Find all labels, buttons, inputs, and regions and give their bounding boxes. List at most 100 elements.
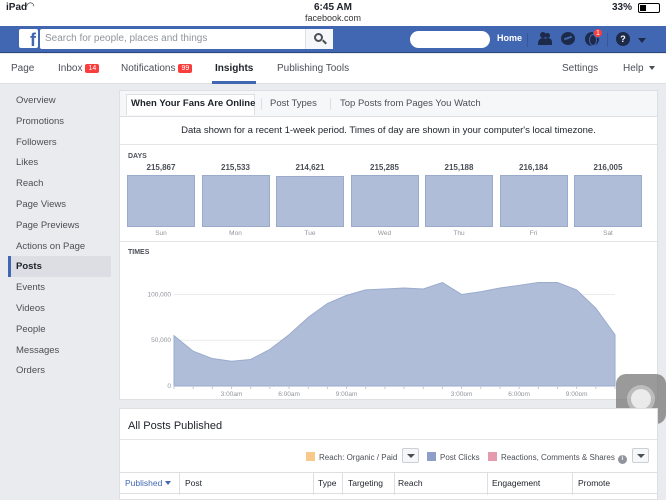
column-targeting[interactable]: Targeting <box>348 478 383 488</box>
sidebar-item-reach[interactable]: Reach <box>8 173 111 194</box>
search-button[interactable] <box>305 29 333 49</box>
legend-post-clicks-label: Post Clicks <box>440 453 480 462</box>
all-posts-panel: All Posts Published Reach: Organic / Pai… <box>119 408 658 500</box>
day-value-label: 215,533 <box>221 163 250 172</box>
legend-swatch <box>306 452 315 461</box>
day-bar <box>201 174 270 227</box>
column-reach[interactable]: Reach <box>398 478 423 488</box>
column-divider <box>179 473 180 495</box>
clock: 6:45 AM <box>314 2 352 13</box>
sidebar-item-actions-on-page[interactable]: Actions on Page <box>8 236 111 257</box>
tab-notifications[interactable]: Notifications 99 <box>121 63 193 74</box>
day-column: 215,867 Sun <box>127 163 195 237</box>
day-name-label: Mon <box>229 230 242 237</box>
day-name-label: Tue <box>304 230 316 237</box>
day-bar <box>499 174 568 227</box>
url-label[interactable]: facebook.com <box>0 13 666 23</box>
active-tab-indicator <box>212 81 256 84</box>
info-icon[interactable]: i <box>617 455 627 464</box>
subtab-top-posts[interactable]: Top Posts from Pages You Watch <box>340 98 481 109</box>
y-tick-label: 100,000 <box>148 291 172 298</box>
day-column: 215,188 Thu <box>425 163 493 237</box>
insights-sidebar: Overview Promotions Followers Likes Reac… <box>8 90 111 381</box>
sidebar-item-messages[interactable]: Messages <box>8 340 111 361</box>
sidebar-item-events[interactable]: Events <box>8 277 111 298</box>
x-tick-label: 9:00pm <box>566 391 588 396</box>
chevron-down-icon <box>648 66 655 70</box>
y-tick-label: 0 <box>167 383 171 390</box>
sidebar-item-likes[interactable]: Likes <box>8 152 111 173</box>
help-icon[interactable]: ? <box>616 32 630 46</box>
sidebar-item-posts[interactable]: Posts <box>8 256 111 278</box>
legend-reach-label: Reach: Organic / Paid <box>319 453 398 462</box>
sidebar-item-followers[interactable]: Followers <box>8 132 111 153</box>
page-tabs-bar: Page Inbox 14 Notifications 99 Insights Pu… <box>0 54 666 84</box>
battery-percent: 33% <box>611 2 632 13</box>
sidebar-item-people[interactable]: People <box>8 319 111 340</box>
day-value-label: 215,867 <box>146 163 176 172</box>
engagement-metric-dropdown[interactable] <box>632 448 649 463</box>
y-tick-label: 50,000 <box>151 337 171 344</box>
x-tick-label: 3:00pm <box>451 391 473 396</box>
day-value-label: 216,184 <box>519 163 548 172</box>
friend-requests-icon[interactable] <box>538 32 552 46</box>
x-tick-label: 6:00am <box>278 391 300 396</box>
legend-reactions-label: Reactions, Comments & Shares <box>501 453 615 462</box>
sidebar-item-videos[interactable]: Videos <box>8 298 111 319</box>
day-bar <box>425 175 493 227</box>
column-divider <box>313 473 314 495</box>
battery-icon <box>638 3 660 13</box>
legend-reactions: Reactions, Comments & Shares i <box>488 452 627 464</box>
facebook-logo-icon[interactable]: f <box>19 29 38 48</box>
day-bar <box>350 175 419 227</box>
tab-settings[interactable]: Settings <box>562 63 598 74</box>
x-tick-label: 9:00am <box>336 391 358 396</box>
day-name-label: Sun <box>155 230 167 237</box>
section-divider <box>120 439 657 440</box>
notifications-badge: 1 <box>593 28 603 38</box>
account-menu-chevron-down-icon[interactable] <box>638 38 646 43</box>
times-area-series <box>173 282 616 387</box>
times-section-label: TIMES <box>128 249 150 256</box>
day-bar <box>276 175 344 227</box>
tab-page[interactable]: Page <box>11 63 34 74</box>
sidebar-item-orders[interactable]: Orders <box>8 360 111 381</box>
column-type[interactable]: Type <box>318 478 336 488</box>
profile-link[interactable] <box>410 31 490 48</box>
times-area-chart: 0 50,000 100,000 3:00am 6:00am 9:00am 3:00pm 6:… <box>148 282 616 396</box>
tab-publishing-tools[interactable]: Publishing Tools <box>277 63 349 74</box>
sidebar-item-page-views[interactable]: Page Views <box>8 194 111 215</box>
legend-swatch <box>427 452 436 461</box>
subtab-divider <box>330 98 331 110</box>
column-engagement[interactable]: Engagement <box>492 478 540 488</box>
column-post[interactable]: Post <box>185 478 202 488</box>
subtab-bar: When Your Fans Are Online Post Types Top… <box>120 91 657 117</box>
days-section-label: DAYS <box>128 153 147 160</box>
tab-insights[interactable]: Insights <box>215 63 253 74</box>
subtab-when-fans-online[interactable]: When Your Fans Are Online <box>131 98 255 109</box>
column-divider <box>394 473 395 495</box>
day-column: 215,285 Wed <box>350 163 419 237</box>
legend-swatch <box>488 452 497 461</box>
timezone-notice: Data shown for a recent 1-week period. T… <box>120 117 657 145</box>
day-column: 215,533 Mon <box>201 163 270 237</box>
home-link[interactable]: Home <box>497 33 522 43</box>
messenger-icon[interactable] <box>561 32 575 45</box>
sidebar-item-page-previews[interactable]: Page Previews <box>8 215 111 236</box>
fans-online-panel: When Your Fans Are Online Post Types Top… <box>119 90 658 400</box>
tab-inbox[interactable]: Inbox 14 <box>58 63 100 74</box>
column-promote[interactable]: Promote <box>578 478 610 488</box>
day-name-label: Sat <box>603 230 613 237</box>
day-value-label: 215,285 <box>370 163 399 172</box>
tab-help[interactable]: Help <box>623 63 655 74</box>
ios-status-bar: iPad ◠ 6:45 AM facebook.com 33% <box>0 0 666 26</box>
search-input[interactable]: Search for people, places and things <box>40 29 333 49</box>
column-published[interactable]: Published <box>125 478 172 488</box>
column-divider <box>342 473 343 495</box>
tab-inbox-label: Inbox <box>58 63 83 74</box>
reach-metric-dropdown[interactable] <box>402 448 419 463</box>
sidebar-item-promotions[interactable]: Promotions <box>8 111 111 132</box>
day-column: 216,184 Fri <box>499 163 568 237</box>
subtab-post-types[interactable]: Post Types <box>270 98 317 109</box>
sidebar-item-overview[interactable]: Overview <box>8 90 111 111</box>
